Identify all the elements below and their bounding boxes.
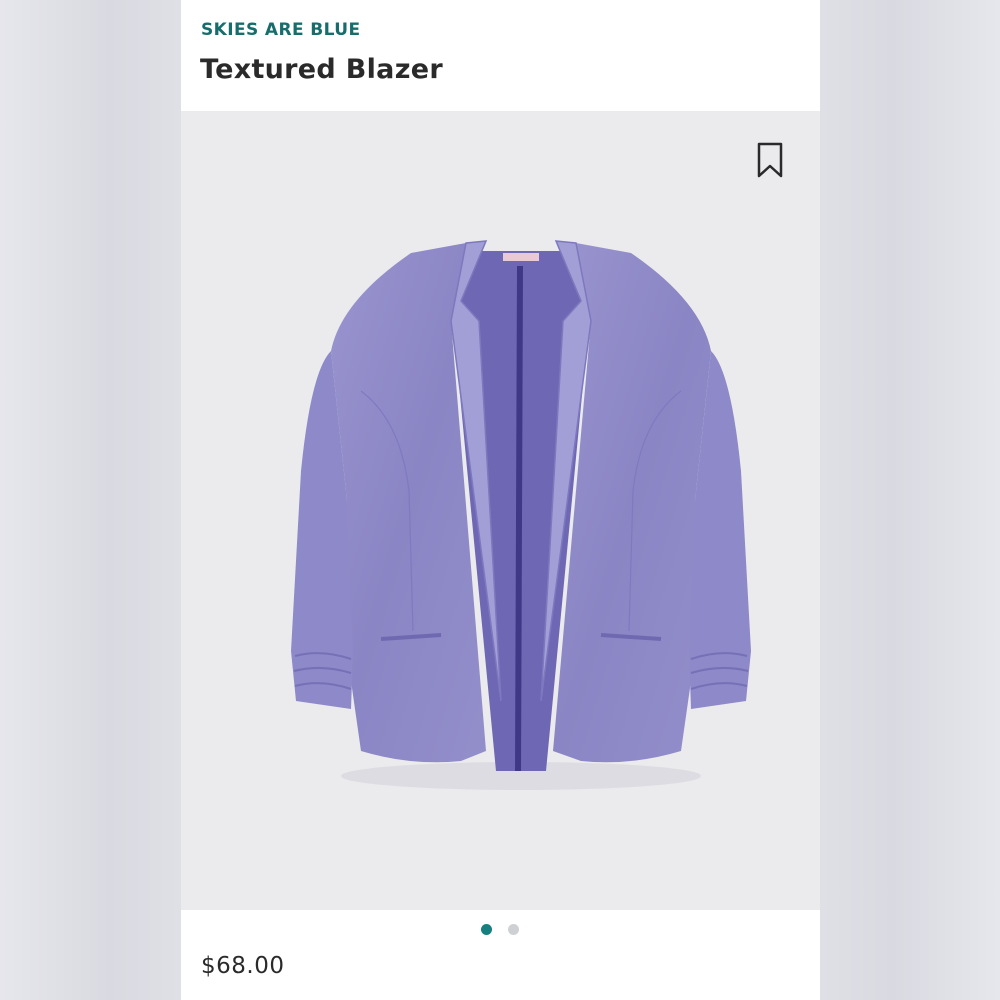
product-card: SKIES ARE BLUE Textured Blazer $68.00 xyxy=(181,0,820,1000)
background-left xyxy=(0,0,181,1000)
product-price: $68.00 xyxy=(201,953,285,979)
background-right xyxy=(820,0,1000,1000)
product-header: SKIES ARE BLUE Textured Blazer xyxy=(181,0,820,111)
carousel-dot-2[interactable] xyxy=(508,924,519,935)
product-title: Textured Blazer xyxy=(200,54,443,85)
product-image-gallery[interactable] xyxy=(181,111,820,910)
carousel-dot-1[interactable] xyxy=(481,924,492,935)
carousel-indicator xyxy=(181,924,820,940)
bookmark-icon[interactable] xyxy=(755,141,785,179)
brand-name[interactable]: SKIES ARE BLUE xyxy=(201,20,361,40)
product-image xyxy=(291,240,751,790)
